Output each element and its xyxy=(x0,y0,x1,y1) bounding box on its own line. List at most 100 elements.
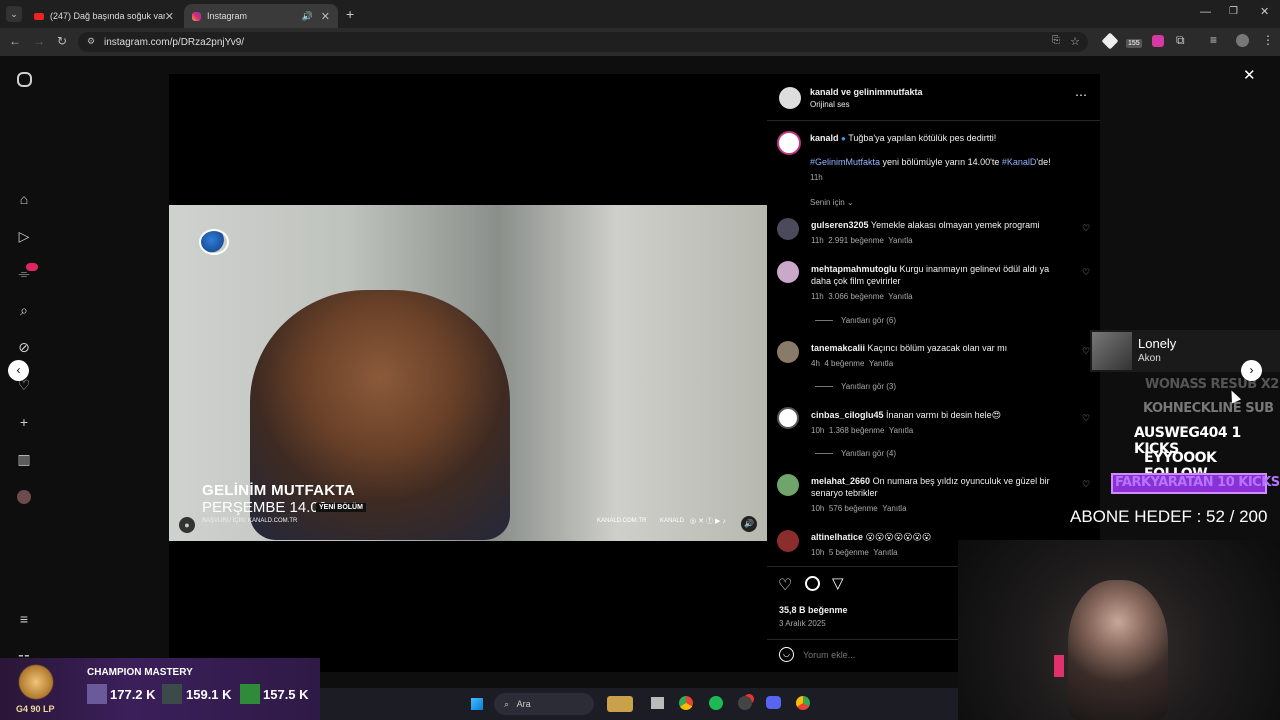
reply-button[interactable]: Yanıtla xyxy=(888,236,912,245)
comment-user[interactable]: tanemakcalii xyxy=(811,343,865,353)
dashboard-icon[interactable]: ▥ xyxy=(14,449,34,469)
tab-youtube[interactable]: (247) Dağ başında soğuk varmı ✕ xyxy=(26,4,182,28)
menu-icon[interactable]: ⋮ xyxy=(1262,33,1274,47)
install-icon[interactable]: ⎘ xyxy=(1052,35,1060,46)
comment-avatar[interactable] xyxy=(777,218,799,240)
channel-text: KANALD xyxy=(660,518,685,524)
extension-icon[interactable] xyxy=(1152,35,1164,47)
streamer xyxy=(1068,580,1168,720)
mute-button[interactable]: 🔊 xyxy=(741,516,757,532)
minimize-icon[interactable]: — xyxy=(1200,6,1211,18)
discord-icon[interactable] xyxy=(766,696,781,709)
more-options-icon[interactable]: ⋯ xyxy=(1075,88,1087,102)
window-close-icon[interactable]: ✕ xyxy=(1260,5,1269,18)
comment-avatar[interactable] xyxy=(777,261,799,283)
back-icon[interactable]: ← xyxy=(9,34,21,48)
home-icon[interactable]: ⌂ xyxy=(14,189,34,209)
new-tab-button[interactable]: + xyxy=(346,6,354,22)
caption-author-avatar[interactable] xyxy=(777,131,801,155)
puzzle-icon[interactable]: ⧉ xyxy=(1176,33,1185,48)
reply-button[interactable]: Yanıtla xyxy=(882,504,906,513)
video-user-icon[interactable]: ● xyxy=(179,517,195,533)
post-date: 3 Aralık 2025 xyxy=(779,619,826,628)
create-icon[interactable]: + xyxy=(14,412,34,432)
comment-likes[interactable]: 3.066 beğenme xyxy=(828,292,884,301)
comment-user[interactable]: gulseren3205 xyxy=(811,220,869,230)
verified-icon: ● xyxy=(841,134,846,143)
like-comment-icon[interactable]: ♡ xyxy=(1082,413,1090,424)
widget-icon[interactable] xyxy=(607,696,633,712)
comment-user[interactable]: altinelhatice xyxy=(811,532,863,542)
reply-button[interactable]: Yanıtla xyxy=(889,426,913,435)
bookmark-star-icon[interactable]: ☆ xyxy=(1070,35,1080,48)
close-icon[interactable]: ✕ xyxy=(321,10,330,23)
caption-author[interactable]: kanald xyxy=(810,133,839,143)
hashtag-link[interactable]: #GelinimMutfakta xyxy=(810,157,880,167)
chrome-icon[interactable] xyxy=(679,696,693,710)
close-icon[interactable]: ✕ xyxy=(165,10,174,23)
media-icon[interactable]: ≡ xyxy=(1210,33,1217,47)
comment-likes[interactable]: 576 beğenme xyxy=(829,504,878,513)
comment-user[interactable]: melahat_2660 xyxy=(811,476,870,486)
reels-icon[interactable]: ▷ xyxy=(14,226,34,246)
caption-time: 11h xyxy=(810,173,823,182)
explore-icon[interactable]: ⊘ xyxy=(14,337,34,357)
forward-icon[interactable]: → xyxy=(33,34,45,48)
task-view-icon[interactable] xyxy=(651,697,664,709)
comment-input[interactable] xyxy=(803,647,953,663)
site-info-icon[interactable]: ⚙ xyxy=(87,36,95,47)
comment-user[interactable]: mehtapmahmutoglu xyxy=(811,264,897,274)
reply-button[interactable]: Yanıtla xyxy=(869,359,893,368)
chrome-alt-icon[interactable] xyxy=(796,696,810,710)
previous-post-button[interactable]: ‹ xyxy=(8,360,29,381)
start-icon[interactable] xyxy=(470,697,484,711)
comment-avatar[interactable] xyxy=(777,407,799,429)
comment-likes[interactable]: 2.991 beğenme xyxy=(828,236,884,245)
extension-badge[interactable]: 155 xyxy=(1126,39,1142,48)
next-post-button[interactable]: › xyxy=(1241,360,1262,381)
hashtag-link[interactable]: #KanalD xyxy=(1002,157,1037,167)
like-comment-icon[interactable]: ♡ xyxy=(1082,479,1090,490)
reply-button[interactable]: Yanıtla xyxy=(873,548,897,557)
like-comment-icon[interactable]: ♡ xyxy=(1082,346,1090,357)
reload-icon[interactable]: ↻ xyxy=(57,34,67,48)
view-replies-button[interactable]: Yanıtları gör (6) xyxy=(815,316,896,325)
restore-icon[interactable]: ❐ xyxy=(1229,6,1238,17)
comment-likes[interactable]: 1.368 beğenme xyxy=(829,426,885,435)
close-post-icon[interactable]: ✕ xyxy=(1243,66,1256,84)
tab-bar: ⌄ (247) Dağ başında soğuk varmı ✕ Instag… xyxy=(0,0,1280,28)
speaker-icon[interactable]: 🔊 xyxy=(302,11,313,22)
spotify-icon[interactable] xyxy=(709,696,723,710)
video-frame[interactable]: GELİNİM MUTFAKTA PERŞEMBE 14.00 YENİ BÖL… xyxy=(169,205,767,541)
like-icon[interactable]: ♡ xyxy=(778,575,792,595)
comment-likes[interactable]: 5 beğenme xyxy=(829,548,869,557)
sort-dropdown[interactable]: Senin için ⌄ xyxy=(810,198,854,207)
tab-instagram[interactable]: Instagram 🔊 ✕ xyxy=(184,4,338,28)
emoji-icon[interactable]: ◡ xyxy=(779,647,794,662)
instagram-logo-icon[interactable] xyxy=(17,72,32,87)
tab-search-button[interactable]: ⌄ xyxy=(6,6,22,22)
post-author-avatar[interactable] xyxy=(779,87,801,109)
view-replies-button[interactable]: Yanıtları gör (4) xyxy=(815,449,896,458)
like-comment-icon[interactable]: ♡ xyxy=(1082,267,1090,278)
like-count[interactable]: 35,8 B beğenme xyxy=(779,605,848,615)
app-icon[interactable] xyxy=(738,696,752,710)
post-header-users[interactable]: kanald ve gelinimmutfakta xyxy=(810,87,923,97)
profile-icon[interactable] xyxy=(1236,34,1249,47)
taskbar-search[interactable]: ⌕ Ara xyxy=(494,693,594,715)
comment-avatar[interactable] xyxy=(777,530,799,552)
comment-avatar[interactable] xyxy=(777,474,799,496)
search-icon[interactable]: ⌕ xyxy=(14,300,34,320)
profile-avatar-icon[interactable] xyxy=(14,487,34,507)
view-replies-button[interactable]: Yanıtları gör (3) xyxy=(815,382,896,391)
share-icon[interactable]: ▽ xyxy=(832,574,844,592)
comment-icon[interactable] xyxy=(805,576,820,591)
comment-avatar[interactable] xyxy=(777,341,799,363)
post-audio[interactable]: Orijinal ses xyxy=(810,100,850,109)
address-bar[interactable]: ⚙ instagram.com/p/DRza2pnjYv9/ ⎘ ☆ xyxy=(78,32,1088,52)
like-comment-icon[interactable]: ♡ xyxy=(1082,223,1090,234)
comment-likes[interactable]: 4 beğenme xyxy=(824,359,864,368)
reply-button[interactable]: Yanıtla xyxy=(888,292,912,301)
comment-user[interactable]: cinbas_ciloglu45 xyxy=(811,410,884,420)
more-menu-icon[interactable]: ≡ xyxy=(14,609,34,629)
